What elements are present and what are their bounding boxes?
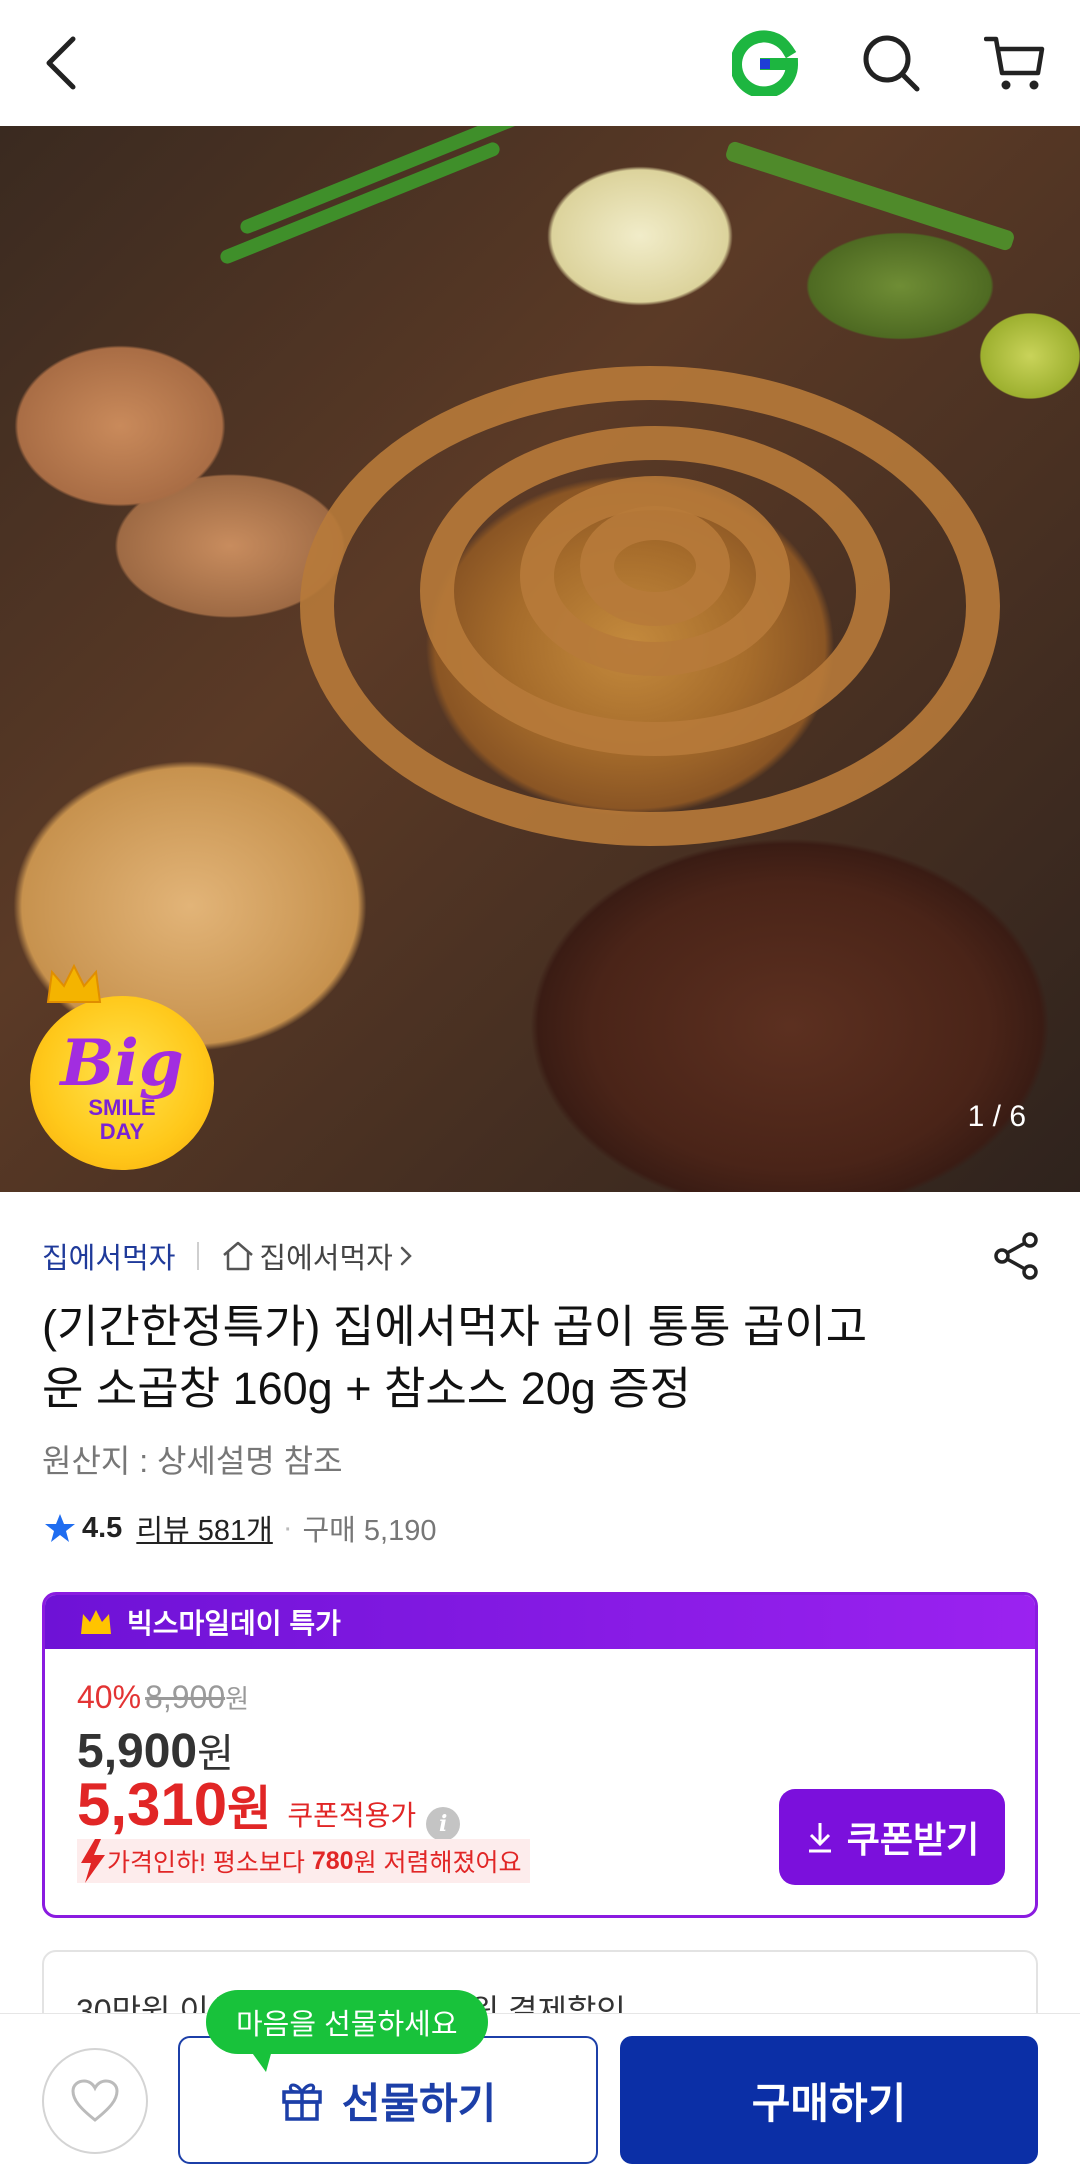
share-icon [994,1232,1038,1280]
chevron-right-icon [400,1246,412,1266]
coupon-price-label: 쿠폰적용가 [287,1800,417,1831]
search-icon [863,35,920,92]
seller-row: 집에서먹자 집에서먹자 [42,1232,415,1280]
product-title-line: 운 소곱창 160g + 참소스 20g 증정 [42,1363,692,1414]
food-photo-detail [724,140,1016,252]
back-button[interactable] [24,24,102,102]
gift-button[interactable]: 선물하기 [178,2036,598,2164]
price-drop-prefix: 가격인하! 평소보다 [107,1849,312,1877]
info-icon[interactable]: i [426,1807,461,1841]
star-icon [45,1514,75,1542]
price-drop-suffix: 원 저렴해졌어요 [353,1849,522,1877]
gmarket-g-logo [732,30,798,96]
cart-icon [984,36,1045,90]
chevron-left-icon [46,36,76,90]
rating-value: 4.5 [82,1511,123,1544]
badge-big-text: Big [60,1026,184,1101]
badge-day-text: DAY [99,1119,145,1144]
top-app-bar [0,0,1080,126]
price-drop-notice: 가격인하! 평소보다 780 원 저렴해졌어요 [77,1839,530,1883]
discount-row: 40% 8,900원 [77,1679,249,1716]
price-drop-amount: 780 [311,1846,354,1875]
badge-smile-text: SMILE [88,1095,156,1120]
home-icon [223,1241,254,1271]
big-smile-day-badge: Big SMILE DAY [30,963,214,1170]
image-counter: 1 / 6 [967,1100,1026,1133]
seller-name-link[interactable]: 집에서먹자 [42,1235,175,1277]
origin-info: 원산지 : 상세설명 참조 [42,1443,343,1479]
coupon-price-unit: 원 [227,1783,272,1836]
heart-icon [71,2079,119,2122]
cart-button[interactable] [976,24,1054,102]
food-photo-detail [218,140,502,266]
discount-rate: 40% [77,1679,142,1715]
rating-row: 4.5 리뷰 581개 · 구매 5,190 [44,1506,436,1550]
buy-now-button[interactable]: 구매하기 [620,2036,1038,2164]
promo-header-text: 빅스마일데이 특가 [127,1608,341,1639]
coupon-price-value: 5,310 [77,1771,228,1838]
search-button[interactable] [852,24,930,102]
original-price: 8,900 [145,1679,226,1715]
divider [197,1242,200,1270]
gift-tooltip-tail [250,2050,272,2072]
separator-dot: · [282,1511,293,1544]
original-price-unit: 원 [225,1684,250,1714]
gift-icon [281,2083,322,2121]
store-link[interactable]: 집에서먹자 [221,1235,414,1277]
buy-button-label: 구매하기 [751,2079,907,2127]
reviews-link[interactable]: 리뷰 581개 [136,1507,272,1549]
promo-header: 빅스마일데이 특가 [45,1595,1035,1649]
bottom-action-bar: 선물하기 구매하기 [0,2013,1080,2183]
share-button[interactable] [990,1230,1042,1282]
home-logo-button[interactable] [726,24,804,102]
lightning-arrow-icon [81,1839,105,1883]
big-smile-day-price-box: 빅스마일데이 특가 40% 8,900원 5,900원 5,310 원 쿠폰적용가 … [42,1592,1038,1918]
get-coupon-button[interactable]: 쿠폰받기 [779,1789,1005,1885]
store-link-label: 집에서먹자 [259,1243,393,1275]
product-title-line: (기간한정특가) 집에서먹자 곱이 통통 곱이고 [42,1301,868,1352]
gift-tooltip: 마음을 선물하세요 [206,1990,488,2054]
coupon-price: 5,310 원 쿠폰적용가 i [77,1769,461,1841]
crown-icon [46,963,102,1003]
food-photo-detail [238,126,522,236]
gift-button-label: 선물하기 [341,2079,497,2127]
crown-icon [81,1610,111,1634]
product-title: (기간한정특가) 집에서먹자 곱이 통통 곱이고 운 소곱창 160g + 참소… [42,1296,1002,1420]
wishlist-button[interactable] [42,2048,148,2154]
get-coupon-label: 쿠폰받기 [846,1819,980,1860]
purchase-count: 구매 5,190 [302,1515,437,1547]
download-icon [808,1823,831,1853]
food-photo-detail [580,506,730,626]
